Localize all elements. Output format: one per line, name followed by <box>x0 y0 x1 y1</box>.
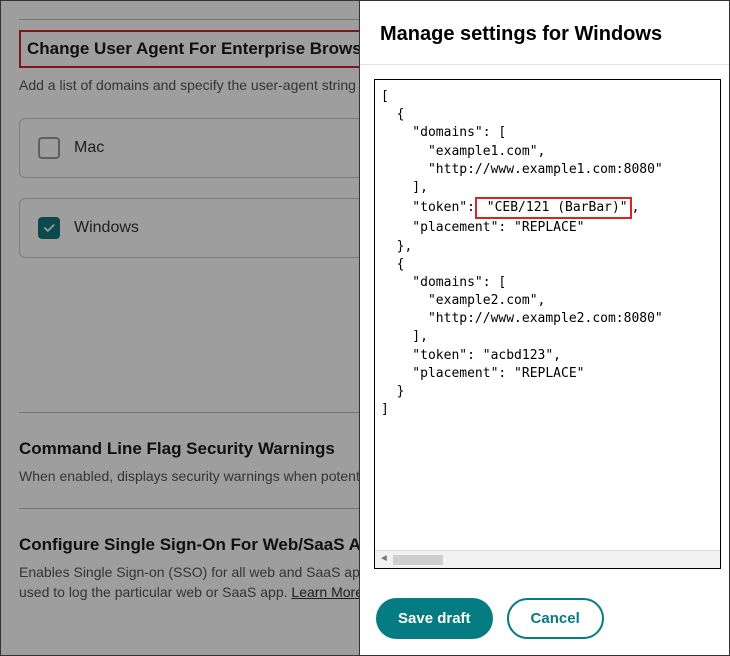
save-draft-button[interactable]: Save draft <box>376 598 493 639</box>
scroll-left-icon[interactable]: ◄ <box>375 553 393 567</box>
modal-title: Manage settings for Windows <box>360 1 729 65</box>
modal-manage-settings: Manage settings for Windows [ { "domains… <box>359 1 729 655</box>
modal-actions: Save draft Cancel <box>360 582 729 655</box>
cancel-button[interactable]: Cancel <box>507 598 604 639</box>
editor-wrap: [ { "domains": [ "example1.com", "http:/… <box>360 65 729 582</box>
json-code[interactable]: [ { "domains": [ "example1.com", "http:/… <box>375 80 720 427</box>
horizontal-scrollbar[interactable]: ◄ <box>375 550 720 568</box>
json-editor[interactable]: [ { "domains": [ "example1.com", "http:/… <box>374 79 721 569</box>
token-highlight: "CEB/121 (BarBar)" <box>475 197 632 219</box>
scroll-thumb[interactable] <box>393 555 443 565</box>
